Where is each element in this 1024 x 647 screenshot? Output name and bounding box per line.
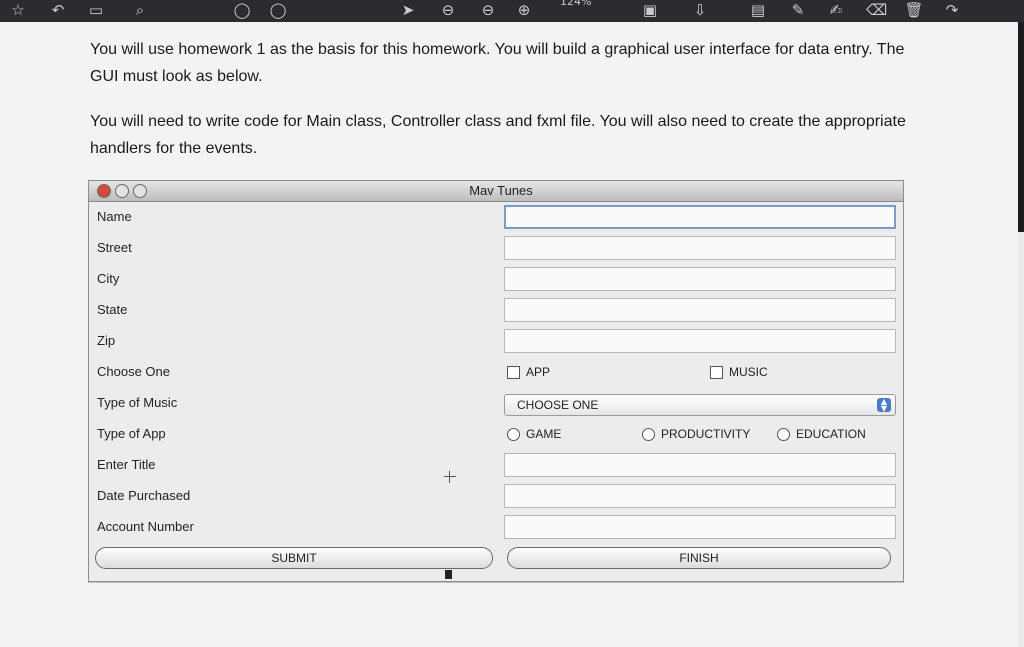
city-label: City [97,271,120,286]
radio-circle[interactable] [507,427,520,441]
submit-button[interactable]: SUBMIT [95,547,493,569]
app-checkbox[interactable]: APP [507,365,550,379]
title-field[interactable] [504,453,896,477]
redo-icon[interactable]: ↷ [942,0,962,20]
crosshair-cursor-icon [444,471,456,483]
zip-field[interactable] [504,329,896,353]
zoom-level[interactable]: 124% [560,0,591,8]
type-of-music-label: Type of Music [97,395,178,410]
zip-label: Zip [97,333,116,348]
education-radio-label: EDUCATION [796,427,866,441]
finish-button[interactable]: FINISH [507,547,891,569]
radio-circle[interactable] [642,427,655,441]
music-checkbox[interactable]: MUSIC [710,365,768,379]
star-icon[interactable]: ☆ [8,0,28,20]
radio-circle[interactable] [777,427,790,441]
game-radio[interactable]: GAME [507,427,561,441]
game-radio-label: GAME [526,427,562,441]
page-icon[interactable]: ▣ [640,0,660,20]
pointer-icon[interactable]: ➤ [398,0,418,20]
mav-tunes-window: Mav Tunes Name Street City State Zip Cho… [88,180,904,582]
enter-title-label: Enter Title [97,457,156,472]
name-label: Name [97,209,132,224]
comment-icon[interactable]: ▤ [748,0,768,20]
date-purchased-label: Date Purchased [97,488,191,503]
undo-icon[interactable]: ↶ [48,0,68,20]
trash-icon[interactable]: 🗑 [904,0,924,20]
circle-minus-icon[interactable]: ⊖ [438,0,458,20]
checkbox-box[interactable] [507,365,520,379]
inbox-icon[interactable]: ▭ [86,0,106,20]
pen-icon[interactable]: ✎ [788,0,808,20]
music-checkbox-label: MUSIC [729,365,768,379]
date-purchased-field[interactable] [504,484,896,508]
account-number-label: Account Number [97,519,194,534]
name-field[interactable] [504,205,896,229]
checkbox-box[interactable] [710,365,723,379]
signature-icon[interactable]: ✍ [826,0,846,20]
circle-minus-icon[interactable]: ⊖ [478,0,498,20]
select-arrows-icon[interactable]: ▲ ▼ [877,398,891,413]
street-field[interactable] [504,236,896,260]
eraser-icon[interactable]: ⌫ [866,0,887,20]
circle-icon[interactable]: ◯ [268,0,288,20]
window-titlebar: Mav Tunes [89,181,903,202]
education-radio[interactable]: EDUCATION [777,427,866,441]
state-label: State [97,302,128,317]
document-page: You will use homework 1 as the basis for… [0,22,1018,647]
street-label: Street [97,240,132,255]
viewer-toolbar: ☆ ↶ ▭ ⌕ ◯ ◯ ➤ ⊖ ⊖ ⊕ 124% ▣ ⇩ ▤ ✎ ✍ ⌫ 🗑 ↷ [0,0,1024,22]
productivity-radio[interactable]: PRODUCTIVITY [642,427,750,441]
state-field[interactable] [504,298,896,322]
search-icon[interactable]: ⌕ [130,0,150,20]
productivity-radio-label: PRODUCTIVITY [661,427,751,441]
page-marker-icon [445,570,452,579]
app-checkbox-label: APP [526,365,551,379]
music-type-selected: CHOOSE ONE [517,398,599,412]
music-type-select[interactable]: CHOOSE ONE ▲ ▼ [504,394,896,416]
city-field[interactable] [504,267,896,291]
choose-one-label: Choose One [97,364,170,379]
circle-plus-icon[interactable]: ⊕ [514,0,534,20]
account-number-field[interactable] [504,515,896,539]
instruction-paragraph-2: You will need to write code for Main cla… [90,113,906,157]
screen-edge [1018,22,1024,232]
instruction-paragraph-1: You will use homework 1 as the basis for… [90,41,905,85]
window-title: Mav Tunes [469,183,533,198]
download-icon[interactable]: ⇩ [690,0,710,20]
type-of-app-label: Type of App [97,426,166,441]
circle-icon[interactable]: ◯ [232,0,252,20]
